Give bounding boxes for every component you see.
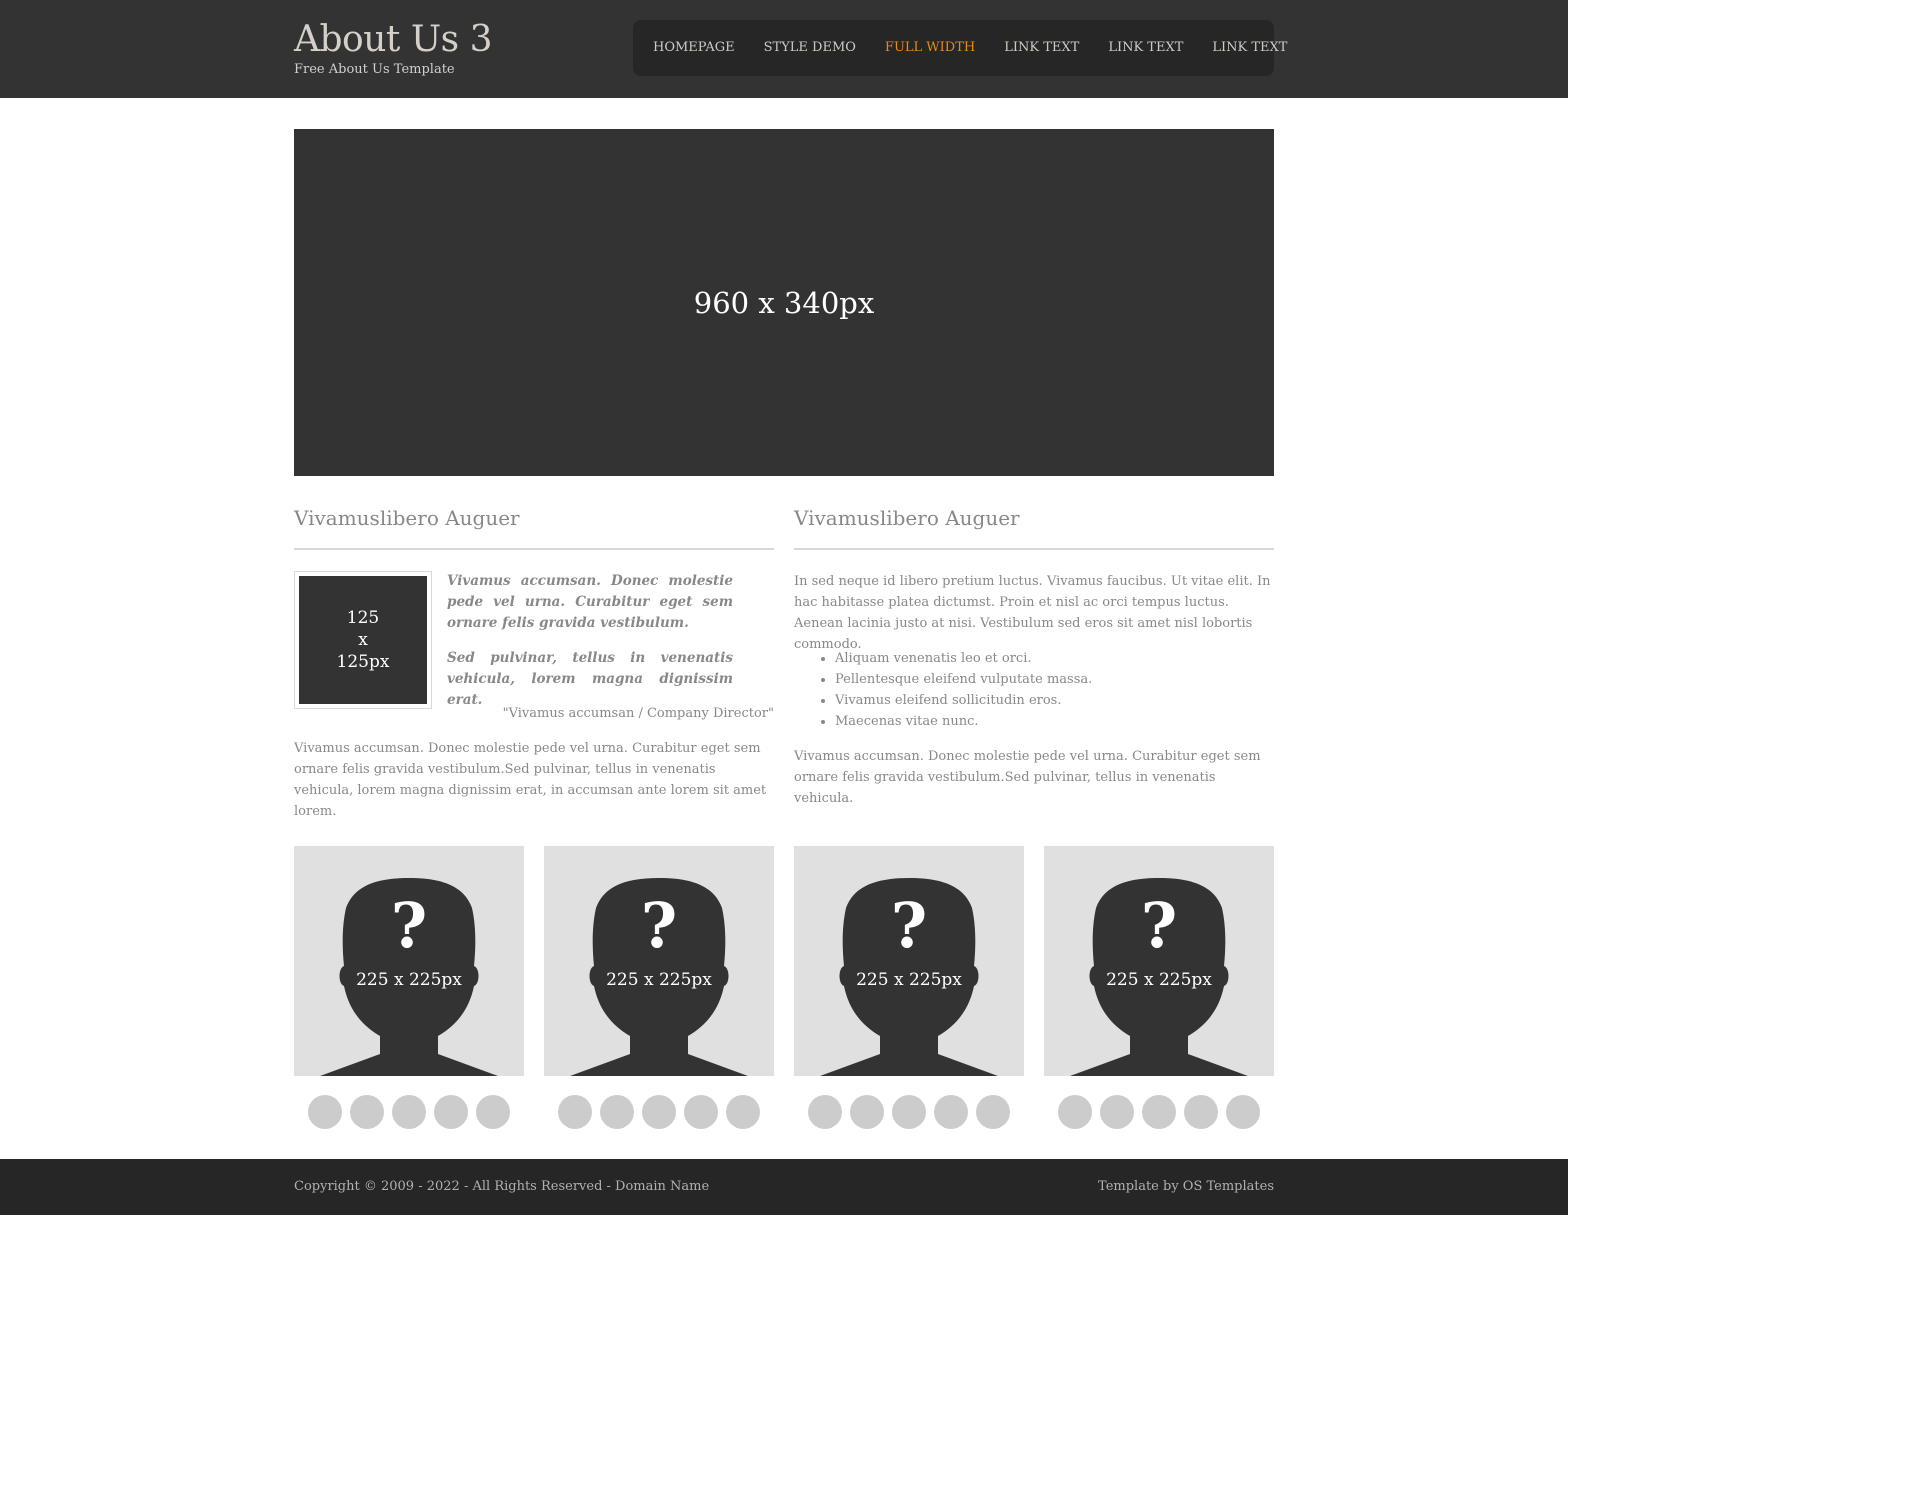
thumb-size-line: x bbox=[358, 630, 368, 650]
social-icon[interactable] bbox=[726, 1095, 760, 1129]
team-member-card: ? 225 x 225px bbox=[294, 846, 524, 1129]
social-icon[interactable] bbox=[600, 1095, 634, 1129]
social-links bbox=[794, 1095, 1024, 1129]
quote-paragraph: Sed pulvinar, tellus in venenatis vehicu… bbox=[447, 650, 733, 708]
right-column: Vivamuslibero Auguer In sed neque id lib… bbox=[794, 500, 1274, 806]
body-paragraph: In sed neque id libero pretium luctus. V… bbox=[794, 574, 1271, 652]
quote-block: Vivamus accumsan. Donec molestie pede ve… bbox=[447, 571, 733, 725]
top-navigation: HOMEPAGE STYLE DEMO FULL WIDTH LINK TEXT… bbox=[633, 20, 1287, 76]
copyright-text: Copyright © 2009 - 2022 - All Rights Res… bbox=[294, 1179, 710, 1194]
photo-size-label: 225 x 225px bbox=[856, 970, 962, 990]
social-icon[interactable] bbox=[1100, 1095, 1134, 1129]
social-icon[interactable] bbox=[434, 1095, 468, 1129]
question-mark-icon: ? bbox=[390, 889, 428, 962]
member-photo-placeholder: ? 225 x 225px bbox=[794, 846, 1024, 1076]
social-icon[interactable] bbox=[850, 1095, 884, 1129]
social-icon[interactable] bbox=[558, 1095, 592, 1129]
left-column: Vivamuslibero Auguer 125 x 125px Vivamus… bbox=[294, 500, 774, 819]
thumbnail-placeholder: 125 x 125px bbox=[299, 576, 427, 704]
body-paragraph: Vivamus accumsan. Donec molestie pede ve… bbox=[794, 749, 1261, 806]
nav-item-link-text[interactable]: LINK TEXT bbox=[1212, 20, 1287, 76]
photo-size-label: 225 x 225px bbox=[1106, 970, 1212, 990]
quote-paragraph: Vivamus accumsan. Donec molestie pede ve… bbox=[447, 573, 733, 631]
nav-item-homepage[interactable]: HOMEPAGE bbox=[653, 20, 735, 76]
site-title[interactable]: About Us 3 bbox=[294, 18, 594, 62]
social-icon[interactable] bbox=[350, 1095, 384, 1129]
section-title: Vivamuslibero Auguer bbox=[294, 500, 774, 550]
social-links bbox=[1044, 1095, 1274, 1129]
logo[interactable]: About Us 3 Free About Us Template bbox=[294, 18, 594, 78]
social-icon[interactable] bbox=[392, 1095, 426, 1129]
member-photo-placeholder: ? 225 x 225px bbox=[1044, 846, 1274, 1076]
social-links bbox=[544, 1095, 774, 1129]
quote-citation: "Vivamus accumsan / Company Director" bbox=[502, 706, 774, 721]
thumb-size-line: 125px bbox=[336, 652, 390, 672]
social-icon[interactable] bbox=[808, 1095, 842, 1129]
thumb-size-line: 125 bbox=[346, 608, 380, 628]
template-credit-link[interactable]: Template by OS Templates bbox=[1098, 1159, 1274, 1215]
nav-item-style-demo[interactable]: STYLE DEMO bbox=[764, 20, 856, 76]
site-footer: Copyright © 2009 - 2022 - All Rights Res… bbox=[0, 1159, 1568, 1215]
social-icon[interactable] bbox=[684, 1095, 718, 1129]
social-icon[interactable] bbox=[308, 1095, 342, 1129]
photo-size-label: 225 x 225px bbox=[606, 970, 712, 990]
team-member-card: ? 225 x 225px bbox=[544, 846, 774, 1129]
list-item: Maecenas vitae nunc. bbox=[835, 711, 1265, 732]
social-links bbox=[294, 1095, 524, 1129]
bullet-list: Aliquam venenatis leo et orci. Pellentes… bbox=[835, 648, 1265, 732]
nav-item-link-text[interactable]: LINK TEXT bbox=[1004, 20, 1079, 76]
team-section: ? 225 x 225px ? 225 x 225px ? 225 x 225p… bbox=[294, 846, 1274, 1136]
body-paragraph: Vivamus accumsan. Donec molestie pede ve… bbox=[294, 741, 767, 819]
member-photo-placeholder: ? 225 x 225px bbox=[544, 846, 774, 1076]
social-icon[interactable] bbox=[1142, 1095, 1176, 1129]
section-title: Vivamuslibero Auguer bbox=[794, 500, 1274, 550]
nav-item-full-width[interactable]: FULL WIDTH bbox=[885, 20, 975, 76]
list-item: Pellentesque eleifend vulputate massa. bbox=[835, 669, 1265, 690]
site-header: About Us 3 Free About Us Template HOMEPA… bbox=[0, 0, 1568, 98]
photo-size-label: 225 x 225px bbox=[356, 970, 462, 990]
social-icon[interactable] bbox=[1184, 1095, 1218, 1129]
thumbnail-frame: 125 x 125px bbox=[294, 571, 432, 709]
nav-item-link-text[interactable]: LINK TEXT bbox=[1108, 20, 1183, 76]
hero-image-placeholder: 960 x 340px bbox=[294, 129, 1274, 476]
social-icon[interactable] bbox=[476, 1095, 510, 1129]
site-tagline: Free About Us Template bbox=[294, 62, 455, 77]
question-mark-icon: ? bbox=[640, 889, 678, 962]
social-icon[interactable] bbox=[934, 1095, 968, 1129]
social-icon[interactable] bbox=[976, 1095, 1010, 1129]
list-item: Vivamus eleifend sollicitudin eros. bbox=[835, 690, 1265, 711]
team-member-card: ? 225 x 225px bbox=[794, 846, 1024, 1129]
member-photo-placeholder: ? 225 x 225px bbox=[294, 846, 524, 1076]
hero-label: 960 x 340px bbox=[693, 285, 875, 320]
social-icon[interactable] bbox=[892, 1095, 926, 1129]
question-mark-icon: ? bbox=[1140, 889, 1178, 962]
question-mark-icon: ? bbox=[890, 889, 928, 962]
social-icon[interactable] bbox=[1226, 1095, 1260, 1129]
social-icon[interactable] bbox=[1058, 1095, 1092, 1129]
list-item: Aliquam venenatis leo et orci. bbox=[835, 648, 1265, 669]
team-member-card: ? 225 x 225px bbox=[1044, 846, 1274, 1129]
social-icon[interactable] bbox=[642, 1095, 676, 1129]
